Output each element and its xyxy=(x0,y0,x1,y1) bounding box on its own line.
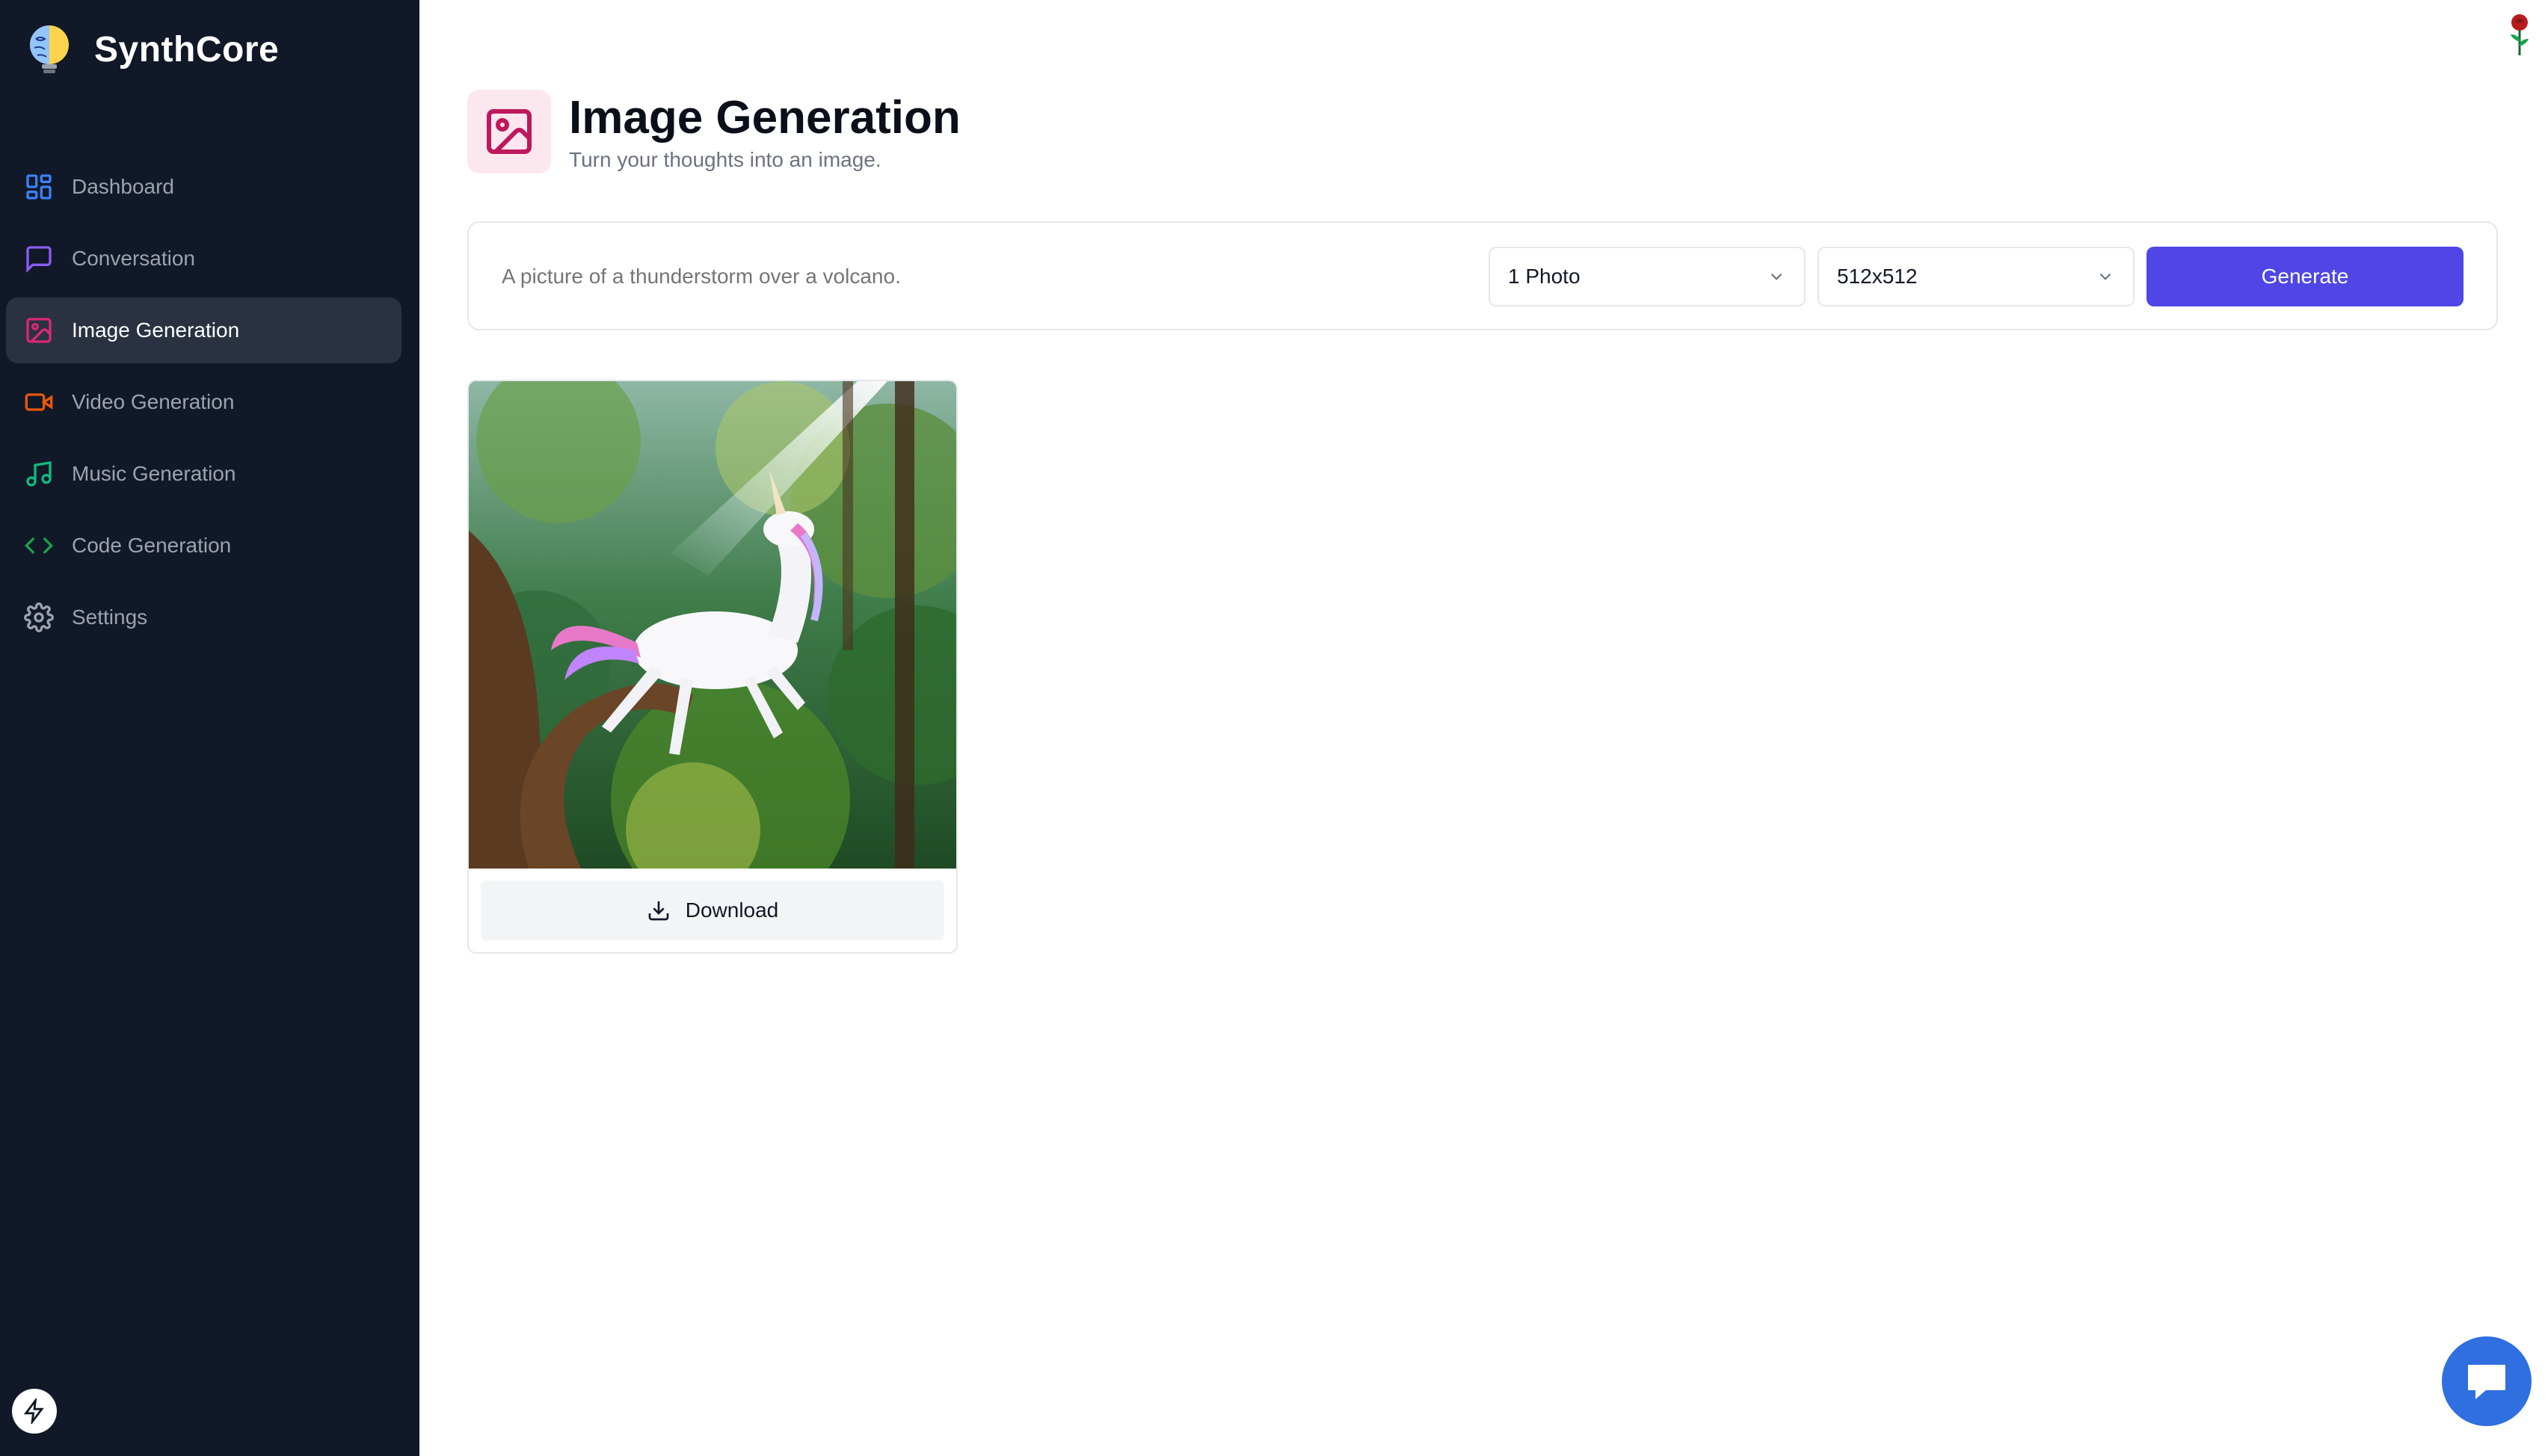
image-icon xyxy=(487,109,532,154)
page-subtitle: Turn your thoughts into an image. xyxy=(569,148,881,171)
main-content: Image Generation Turn your thoughts into… xyxy=(419,0,2545,1456)
image-icon xyxy=(26,318,52,343)
sidebar-item-label: Settings xyxy=(72,605,148,629)
sidebar-item-video-generation[interactable]: Video Generation xyxy=(6,369,401,435)
brand-name: SynthCore xyxy=(94,29,280,70)
sidebar-item-code-generation[interactable]: Code Generation xyxy=(6,513,401,579)
lightbulb-logo-icon xyxy=(30,25,69,73)
sidebar-nav: Dashboard Conversation Image Generation … xyxy=(6,154,401,656)
bolt-button[interactable] xyxy=(12,1389,57,1434)
amount-select[interactable]: 1 Photo xyxy=(1489,247,1806,306)
video-camera-icon xyxy=(25,393,53,411)
sidebar-item-label: Code Generation xyxy=(72,534,232,557)
amount-select-value: 1 Photo xyxy=(1508,265,1581,288)
sidebar-item-label: Image Generation xyxy=(72,318,240,342)
lightning-bolt-icon xyxy=(23,1398,44,1424)
page-title: Image Generation xyxy=(569,92,961,144)
dashboard-grid-icon xyxy=(26,174,52,200)
resolution-select[interactable]: 512x512 xyxy=(1818,247,2135,306)
prompt-input[interactable] xyxy=(502,253,1474,300)
sidebar-item-label: Video Generation xyxy=(72,390,235,413)
sidebar-item-label: Dashboard xyxy=(72,175,174,198)
app-root: SynthCore Dashboard Conversation Image G… xyxy=(0,0,2545,1456)
page-header: Image Generation Turn your thoughts into… xyxy=(467,90,961,173)
sidebar-item-dashboard[interactable]: Dashboard xyxy=(6,154,401,220)
result-image-card: Download xyxy=(467,380,958,954)
sidebar-item-label: Music Generation xyxy=(72,462,236,485)
message-square-icon xyxy=(26,246,52,274)
sidebar-item-image-generation[interactable]: Image Generation xyxy=(6,297,401,363)
header-icon-badge xyxy=(467,90,551,173)
header-text: Image Generation Turn your thoughts into… xyxy=(569,91,961,172)
download-button[interactable]: Download xyxy=(481,880,944,940)
chevron-down-icon xyxy=(2099,273,2111,280)
gear-icon xyxy=(24,602,54,632)
music-note-icon xyxy=(26,461,52,487)
download-label: Download xyxy=(685,898,779,922)
sidebar-item-music-generation[interactable]: Music Generation xyxy=(6,441,401,507)
prompt-form: 1 Photo 512x512 Generate xyxy=(467,221,2498,330)
user-avatar-rose-icon[interactable] xyxy=(2505,12,2535,57)
sidebar-item-settings[interactable]: Settings xyxy=(6,584,401,650)
resolution-select-value: 512x512 xyxy=(1837,265,1918,288)
download-icon xyxy=(648,901,669,921)
generated-image xyxy=(469,381,956,869)
unicorn-forest-image xyxy=(469,381,956,869)
sidebar-item-label: Conversation xyxy=(72,247,195,270)
sidebar-item-conversation[interactable]: Conversation xyxy=(6,226,401,291)
chat-support-button[interactable] xyxy=(2442,1336,2532,1426)
chat-bubble-icon xyxy=(2468,1365,2505,1399)
sidebar: SynthCore Dashboard Conversation Image G… xyxy=(0,0,419,1456)
brand[interactable]: SynthCore xyxy=(22,22,279,76)
generate-button[interactable]: Generate xyxy=(2147,247,2464,306)
code-brackets-icon xyxy=(24,537,54,555)
chevron-down-icon xyxy=(1770,273,1782,280)
